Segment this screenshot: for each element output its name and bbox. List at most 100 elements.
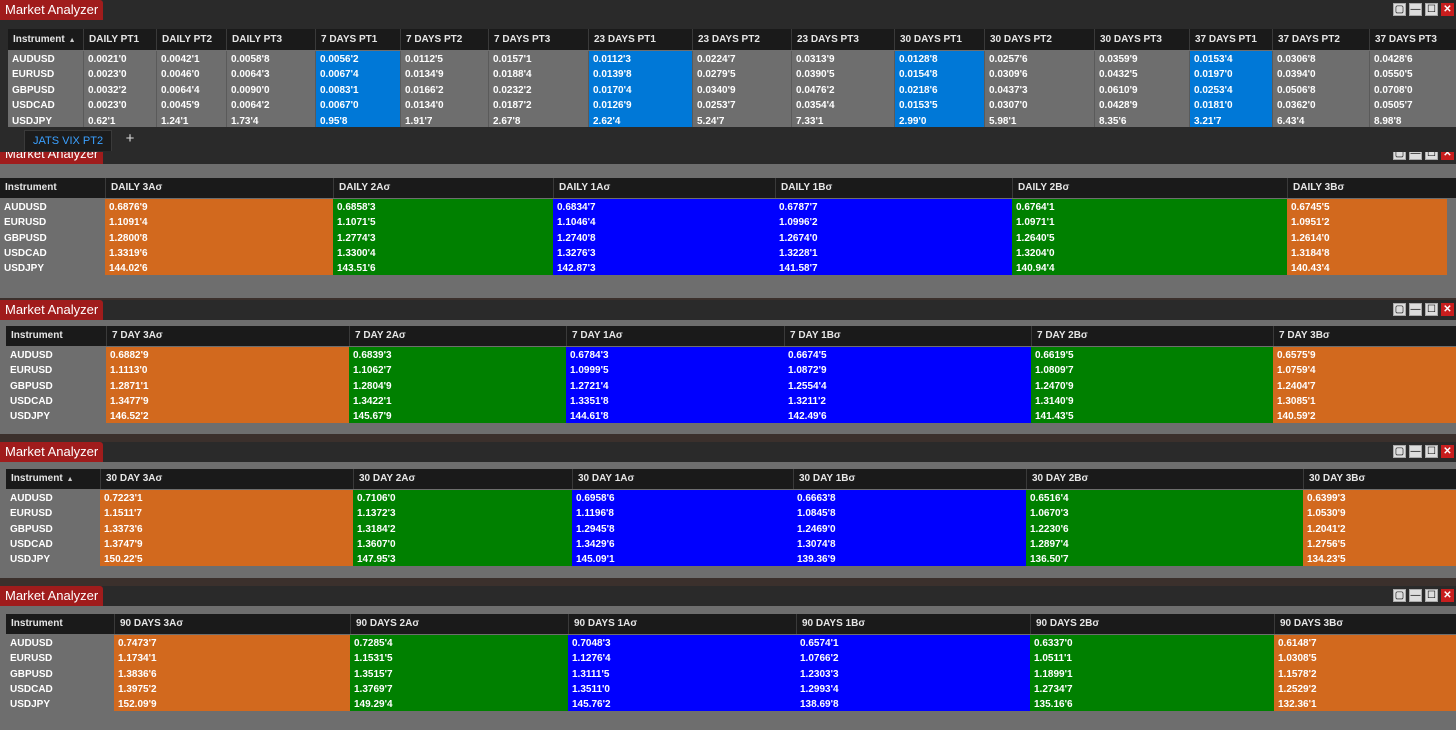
maximize-button[interactable]: ☐ [1425,589,1438,602]
column-header[interactable]: 90 DAYS 3Aσ [114,614,350,634]
data-cell: 0.0067'4 [320,69,359,81]
maximize-button[interactable]: ☐ [1425,152,1438,160]
column-header[interactable]: 30 DAY 1Aσ [572,469,793,489]
instrument-cell[interactable]: USDCAD [6,682,114,697]
instrument-cell[interactable]: USDJPY [6,697,114,712]
column-header[interactable]: DAILY 2Aσ [333,178,553,198]
instrument-cell[interactable]: EURUSD [6,651,114,666]
column-header[interactable]: 7 DAY 2Aσ [349,326,566,346]
column-header[interactable]: Instrument [6,326,106,346]
column-header[interactable]: 37 DAYS PT3 [1369,29,1456,50]
instrument-cell[interactable]: USDJPY [0,261,105,276]
column-header[interactable]: 30 DAYS PT3 [1094,29,1189,50]
close-button[interactable]: ✕ [1441,3,1454,16]
column-header[interactable]: 7 DAYS PT2 [400,29,488,50]
column-header[interactable]: DAILY 1Aσ [553,178,775,198]
instrument-cell[interactable]: EURUSD [6,506,100,521]
column-header[interactable]: 90 DAYS 1Aσ [568,614,796,634]
column-header[interactable]: DAILY PT2 [156,29,226,50]
instrument-cell[interactable]: AUDUSD [0,200,105,215]
restore-button[interactable]: ▢ [1393,3,1406,16]
column-header[interactable]: 23 DAYS PT3 [791,29,894,50]
column-header[interactable]: 90 DAYS 1Bσ [796,614,1030,634]
data-cell: 1.3422'1 [353,395,392,407]
instrument-cell[interactable]: EURUSD [6,363,106,378]
column-header[interactable]: DAILY PT3 [226,29,315,50]
instrument-cell[interactable]: AUDUSD [8,52,83,67]
instrument-cell[interactable]: GBPUSD [6,667,114,682]
column-header[interactable]: 30 DAY 2Aσ [353,469,572,489]
column-header[interactable]: 7 DAY 1Aσ [566,326,784,346]
column-header[interactable]: 7 DAY 3Aσ [106,326,349,346]
instrument-cell[interactable]: USDCAD [6,394,106,409]
instrument-cell[interactable]: AUDUSD [6,491,100,506]
column-header[interactable]: DAILY 3Bσ [1287,178,1447,198]
instrument-cell[interactable]: USDCAD [0,246,105,261]
data-cell: 138.69'8 [800,699,839,711]
data-column: 0.0112'3 0.0139'8 0.0170'4 0.0126'9 2.62'4 [588,51,693,127]
instrument-cell[interactable]: USDJPY [6,552,100,567]
column-header[interactable]: 37 DAYS PT1 [1189,29,1272,50]
column-header[interactable]: 90 DAYS 2Bσ [1030,614,1274,634]
minimize-button[interactable]: — [1409,445,1422,458]
instrument-cell[interactable]: USDJPY [6,409,106,424]
column-header[interactable]: 7 DAYS PT1 [315,29,400,50]
minimize-button[interactable]: — [1409,152,1422,160]
column-header[interactable]: Instrument ▲ [6,469,100,489]
column-header[interactable]: 7 DAYS PT3 [488,29,588,50]
data-cell: 149.29'4 [354,699,393,711]
close-button[interactable]: ✕ [1441,303,1454,316]
minimize-button[interactable]: — [1409,303,1422,316]
close-button[interactable]: ✕ [1441,445,1454,458]
close-button[interactable]: ✕ [1441,589,1454,602]
column-header[interactable]: 90 DAYS 3Bσ [1274,614,1456,634]
column-header[interactable]: 30 DAY 3Aσ [100,469,353,489]
column-header[interactable]: 7 DAY 3Bσ [1273,326,1456,346]
maximize-button[interactable]: ☐ [1425,303,1438,316]
data-cell: 0.6663'8 [797,493,836,504]
data-column: 0.7223'1 1.1511'7 1.3373'6 1.3747'9 150.22'5 [100,490,353,566]
column-header[interactable]: DAILY 2Bσ [1012,178,1287,198]
instrument-cell[interactable]: AUDUSD [6,636,114,651]
instrument-cell[interactable]: GBPUSD [6,379,106,394]
column-header[interactable]: 30 DAY 3Bσ [1303,469,1456,489]
tab-jats-vix-pt2[interactable]: JATS VIX PT2 [24,130,113,151]
column-header[interactable]: DAILY 1Bσ [775,178,1012,198]
data-cell: 1.73'4 [231,115,259,127]
instrument-cell[interactable]: USDCAD [8,98,83,113]
close-button[interactable]: ✕ [1441,152,1454,160]
instrument-cell[interactable]: EURUSD [0,215,105,230]
column-header[interactable]: 90 DAYS 2Aσ [350,614,568,634]
instrument-cell[interactable]: GBPUSD [8,83,83,98]
column-header[interactable]: Instrument [0,178,105,198]
restore-button[interactable]: ▢ [1393,152,1406,160]
minimize-button[interactable]: — [1409,3,1422,16]
column-header[interactable]: Instrument [6,614,114,634]
column-header[interactable]: DAILY PT1 [83,29,156,50]
column-header[interactable]: 30 DAYS PT1 [894,29,984,50]
column-header[interactable]: DAILY 3Aσ [105,178,333,198]
restore-button[interactable]: ▢ [1393,589,1406,602]
column-header[interactable]: 37 DAYS PT2 [1272,29,1369,50]
column-header[interactable]: 30 DAY 1Bσ [793,469,1026,489]
column-header[interactable]: 7 DAY 2Bσ [1031,326,1273,346]
maximize-button[interactable]: ☐ [1425,445,1438,458]
instrument-cell[interactable]: USDJPY [8,114,83,129]
add-tab-button[interactable]: + [122,130,138,148]
maximize-button[interactable]: ☐ [1425,3,1438,16]
title-bar [0,586,1456,606]
column-header[interactable]: 30 DAYS PT2 [984,29,1094,50]
instrument-cell[interactable]: USDCAD [6,537,100,552]
instrument-cell[interactable]: GBPUSD [6,522,100,537]
instrument-cell[interactable]: EURUSD [8,67,83,82]
column-header[interactable]: 23 DAYS PT1 [588,29,692,50]
restore-button[interactable]: ▢ [1393,445,1406,458]
column-header[interactable]: 30 DAY 2Bσ [1026,469,1303,489]
minimize-button[interactable]: — [1409,589,1422,602]
restore-button[interactable]: ▢ [1393,303,1406,316]
instrument-cell[interactable]: AUDUSD [6,348,106,363]
column-header[interactable]: 23 DAYS PT2 [692,29,791,50]
column-header[interactable]: Instrument ▲ [8,29,83,50]
column-header[interactable]: 7 DAY 1Bσ [784,326,1031,346]
instrument-cell[interactable]: GBPUSD [0,231,105,246]
